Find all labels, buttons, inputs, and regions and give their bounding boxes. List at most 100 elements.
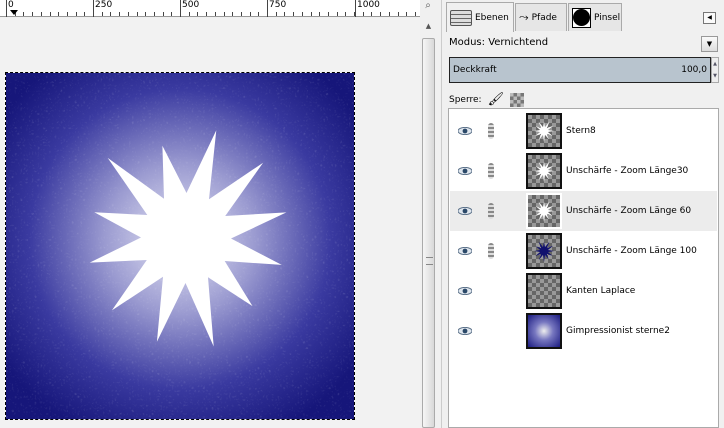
ruler-tick [232, 12, 234, 16]
ruler-tick [101, 12, 103, 16]
ruler-tick [388, 12, 390, 16]
chain-link-icon[interactable] [488, 243, 494, 259]
lock-alpha-checker-icon[interactable] [510, 92, 525, 107]
lock-pixels-brush-icon[interactable]: 🖌 [488, 92, 505, 107]
ruler-tick [406, 12, 408, 16]
ruler-tick [275, 12, 277, 16]
tab-label: Ebenen [475, 12, 509, 23]
ruler-tick [397, 12, 399, 16]
dock-menu-button[interactable]: ◀ [703, 12, 716, 24]
ruler-tick [171, 12, 173, 16]
ruler-tick [84, 12, 86, 16]
chain-link-toggle[interactable] [488, 283, 494, 299]
ruler-tick [345, 12, 347, 16]
ruler-label: 1000 [355, 0, 380, 17]
ruler-tick [284, 12, 286, 16]
ruler-tick [127, 12, 129, 16]
layer-name: Stern8 [566, 126, 596, 136]
image-canvas[interactable] [5, 72, 355, 420]
layer-name: Gimpressionist sterne2 [566, 326, 670, 336]
ruler-tick [336, 12, 338, 16]
ruler-tick [58, 12, 60, 16]
navigate-icon[interactable]: ⌕ [420, 0, 436, 17]
ruler-tick [267, 12, 268, 16]
brush-icon [572, 7, 591, 28]
ruler-tick [293, 12, 295, 16]
tab-paths[interactable]: ⤳ Pfade [515, 3, 567, 31]
chain-link-icon[interactable] [488, 123, 494, 139]
opacity-slider[interactable]: Deckkraft 100,0 [449, 57, 711, 83]
layer-thumbnail [526, 193, 562, 229]
layer-row[interactable]: Kanten Laplace [450, 271, 717, 311]
visibility-eye-icon[interactable] [458, 207, 472, 215]
layers-list: Stern8 Unschärfe - Zoom Länge30 Unschärfe … [448, 108, 719, 428]
ruler-tick [249, 12, 251, 16]
tab-label: Pfade [531, 12, 557, 23]
layer-row[interactable]: Unschärfe - Zoom Länge30 [450, 151, 717, 191]
lock-label: Sperre: [449, 94, 482, 105]
ruler-tick [188, 12, 190, 16]
opacity-value: 100,0 [681, 65, 707, 75]
tab-label: Pinsel [594, 12, 621, 23]
visibility-eye-icon[interactable] [458, 327, 472, 335]
ruler-tick [180, 12, 181, 16]
ruler-tick [371, 12, 373, 16]
opacity-spin-button[interactable]: ▲ ▼ [711, 57, 719, 83]
layers-dock: Ebenen ⤳ Pfade Pinsel ◀ Modus: Vernichte… [441, 0, 724, 428]
ruler-tick [223, 12, 225, 16]
ruler-tick [240, 12, 242, 16]
layer-thumbnail [526, 313, 562, 349]
layer-name: Unschärfe - Zoom Länge 100 [566, 246, 697, 256]
ruler-tick [354, 12, 355, 16]
chain-link-icon[interactable] [488, 203, 494, 219]
ruler-tick [327, 12, 329, 16]
chain-link-icon[interactable] [488, 163, 494, 179]
visibility-eye-icon[interactable] [458, 167, 472, 175]
horizontal-ruler: 0 250 500 750 1000 [0, 0, 420, 17]
layer-thumbnail [526, 113, 562, 149]
ruler-tick [380, 12, 382, 16]
ruler-tick [301, 12, 303, 16]
ruler-tick [23, 12, 25, 16]
ruler-tick [414, 12, 416, 16]
ruler-tick [40, 12, 42, 16]
layer-name: Kanten Laplace [566, 286, 636, 296]
ruler-tick [310, 12, 312, 16]
layer-name: Unschärfe - Zoom Länge 60 [566, 206, 692, 216]
ruler-tick [119, 12, 121, 16]
ruler-tick [145, 12, 147, 16]
visibility-eye-icon[interactable] [458, 127, 472, 135]
ruler-tick [32, 12, 34, 16]
ruler-tick [197, 12, 199, 16]
ruler-tick [206, 12, 208, 16]
layer-row[interactable]: Unschärfe - Zoom Länge 100 [450, 231, 717, 271]
ruler-tick [49, 12, 51, 16]
layer-name: Unschärfe - Zoom Länge30 [566, 166, 689, 176]
layer-thumbnail [526, 273, 562, 309]
paths-icon: ⤳ [519, 10, 529, 24]
ruler-tick [153, 12, 155, 16]
ruler-tick [136, 12, 138, 16]
chain-link-toggle[interactable] [488, 323, 494, 339]
layer-thumbnail [526, 233, 562, 269]
layer-row[interactable]: Unschärfe - Zoom Länge 60 [450, 191, 717, 231]
ruler-tick [75, 12, 77, 16]
visibility-eye-icon[interactable] [458, 247, 472, 255]
ruler-tick [258, 12, 260, 16]
ruler-tick [162, 12, 164, 16]
tab-layers[interactable]: Ebenen [446, 2, 514, 32]
layer-row[interactable]: Gimpressionist sterne2 [450, 311, 717, 351]
ruler-tick [362, 12, 364, 16]
scroll-up-icon[interactable]: ▲ [421, 18, 436, 34]
ruler-position-marker [10, 10, 18, 15]
tab-brushes[interactable]: Pinsel [568, 3, 622, 31]
ruler-tick [66, 12, 68, 16]
scrollbar-thumb[interactable] [422, 38, 435, 428]
mode-dropdown-button[interactable]: ▼ [701, 36, 718, 52]
ruler-tick [214, 12, 216, 16]
layer-row[interactable]: Stern8 [450, 111, 717, 151]
visibility-eye-icon[interactable] [458, 287, 472, 295]
star-artwork [6, 73, 354, 419]
vertical-scrollbar[interactable]: ▲ [421, 18, 436, 428]
ruler-tick [93, 12, 94, 16]
